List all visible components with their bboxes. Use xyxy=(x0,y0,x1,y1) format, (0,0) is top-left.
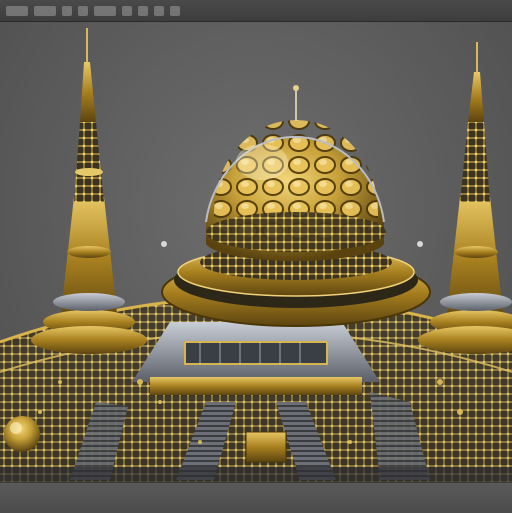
render-icon[interactable] xyxy=(78,5,88,16)
grid-icon[interactable] xyxy=(94,5,116,16)
palace-render xyxy=(0,28,512,482)
3d-viewport[interactable] xyxy=(0,22,512,482)
left-spire xyxy=(31,28,147,354)
view-icon[interactable] xyxy=(62,5,72,16)
camera-icon[interactable] xyxy=(170,5,180,16)
status-bar xyxy=(0,482,512,513)
viewport-toolbar xyxy=(0,0,512,22)
scale-icon[interactable] xyxy=(154,5,164,16)
gold-orb xyxy=(4,416,40,452)
golden-dome xyxy=(205,85,386,262)
file-icon[interactable] xyxy=(6,5,28,16)
rotate-icon[interactable] xyxy=(138,5,148,16)
right-spire xyxy=(418,42,512,354)
move-icon[interactable] xyxy=(122,5,132,16)
edit-icon[interactable] xyxy=(34,5,56,16)
